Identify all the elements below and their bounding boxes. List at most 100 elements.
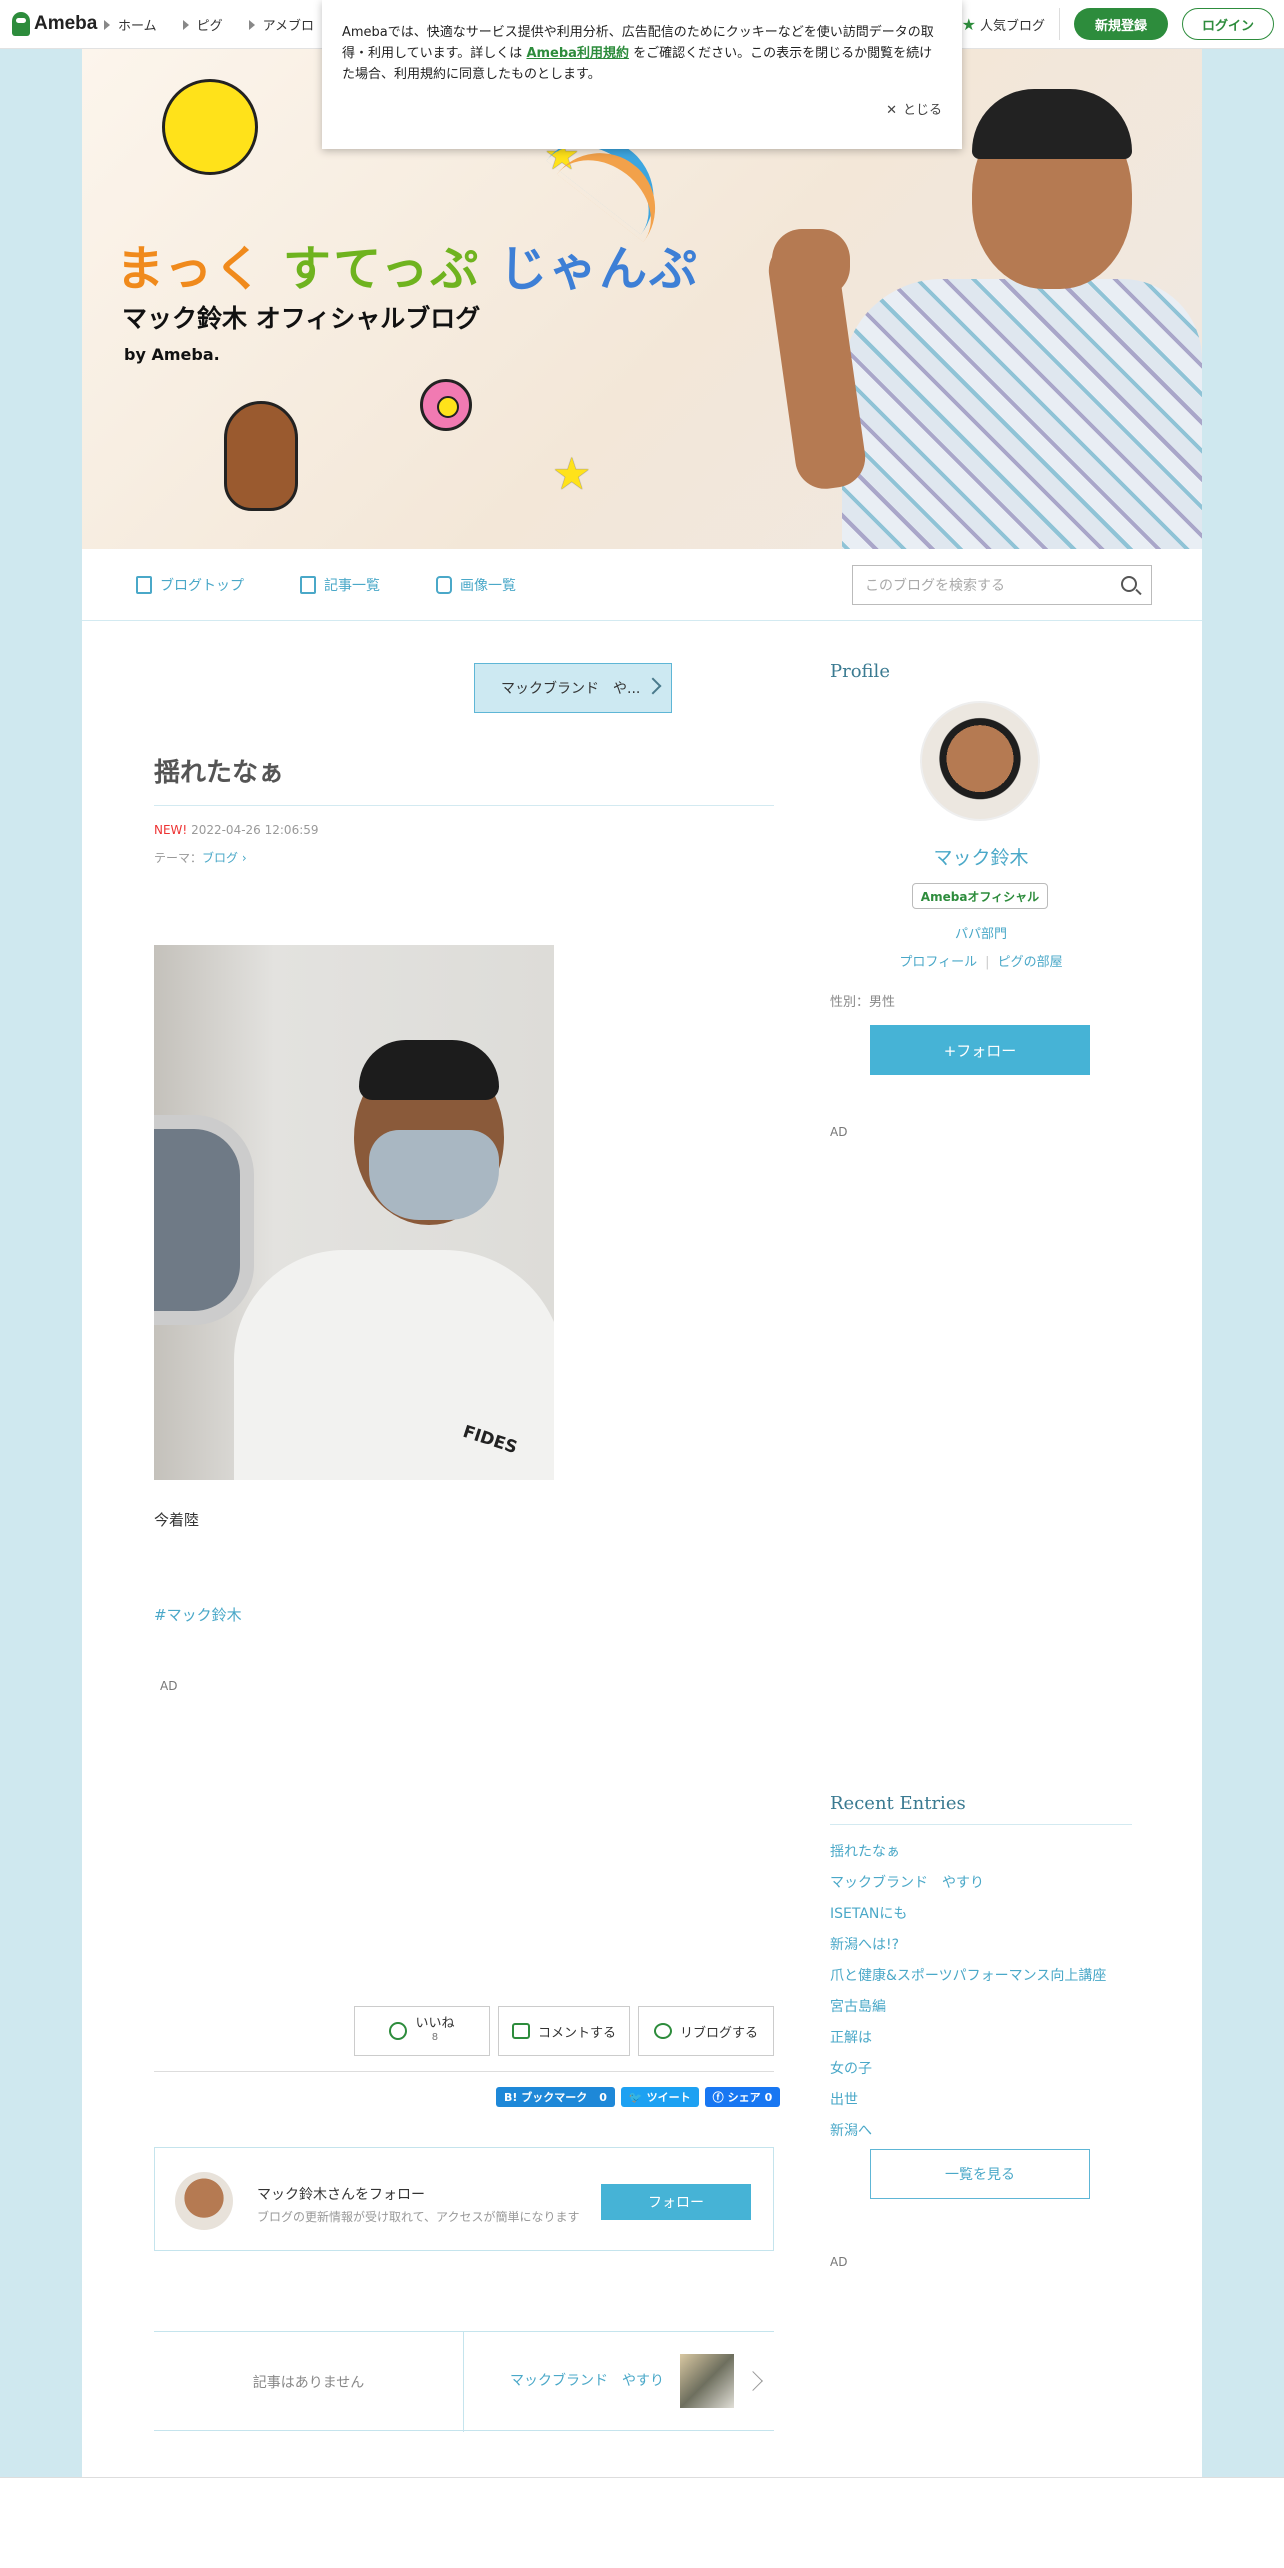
recent-entry[interactable]: 揺れたなぁ: [830, 1837, 1132, 1868]
divider: [830, 1824, 1132, 1825]
recent-entry[interactable]: 新潟へは!?: [830, 1930, 1132, 1961]
profile-link[interactable]: プロフィール: [899, 955, 977, 970]
chevron-right-icon: [644, 677, 662, 695]
nav-blog-top[interactable]: ブログトップ: [136, 575, 244, 595]
profile-heading: Profile: [830, 661, 890, 682]
ad-label: AD: [830, 2255, 848, 2269]
camera-icon: [436, 576, 452, 594]
follow-description: ブログの更新情報が受け取れて、アクセスが簡単になります: [257, 2210, 580, 2224]
cookie-banner: Amebaでは、快適なサービス提供や利用分析、広告配信のためにクッキーなどを使い…: [322, 0, 962, 149]
ameba-logo[interactable]: Ameba: [12, 12, 97, 36]
next-entry-thumbnail[interactable]: [680, 2354, 734, 2408]
profile-links: プロフィール | ピグの部屋: [899, 955, 1063, 970]
profile-gender: 性別：男性: [830, 995, 896, 1010]
follow-button[interactable]: フォロー: [601, 2184, 751, 2220]
see-all-button[interactable]: 一覧を見る: [870, 2149, 1090, 2199]
pig-room-link[interactable]: ピグの部屋: [998, 955, 1063, 970]
signup-button[interactable]: 新規登録: [1074, 8, 1168, 40]
follow-box: マック鈴木さんをフォロー ブログの更新情報が受け取れて、アクセスが簡単になります…: [154, 2147, 774, 2251]
comment-button[interactable]: コメントする: [498, 2006, 630, 2056]
hatena-bookmark-button[interactable]: B! ブックマーク 0: [496, 2087, 615, 2107]
recent-entries-list: 揺れたなぁ マックブランド やすり ISETANにも 新潟へは!? 爪と健康&ス…: [830, 1837, 1132, 2147]
recent-entry[interactable]: 女の子: [830, 2054, 1132, 2085]
share-buttons: B! ブックマーク 0 🐦 ツイート ⓕ シェア 0: [496, 2087, 781, 2107]
sidebar-follow-button[interactable]: +フォロー: [870, 1025, 1090, 1075]
profile-category[interactable]: パパ部門: [830, 923, 1132, 942]
terms-link[interactable]: Ameba利用規約: [526, 46, 629, 61]
nav-home[interactable]: ホーム: [104, 15, 157, 34]
blog-title-art: まっく すてっぷ じゃんぷ: [116, 241, 700, 297]
recent-entry[interactable]: 出世: [830, 2085, 1132, 2116]
recent-entry[interactable]: 正解は: [830, 2023, 1132, 2054]
nav-image-list[interactable]: 画像一覧: [436, 575, 516, 595]
triangle-right-icon: [104, 19, 110, 30]
global-nav: ホーム ピグ アメブロ: [104, 0, 314, 49]
recent-entry[interactable]: 爪と健康&スポーツパフォーマンス向上講座: [830, 1961, 1132, 1992]
triangle-right-icon: [248, 19, 255, 30]
nav-pigg[interactable]: ピグ: [182, 15, 223, 34]
avatar[interactable]: [175, 2172, 233, 2230]
twitter-icon: 🐦: [628, 2090, 643, 2104]
star-icon: ★: [961, 14, 976, 34]
ad-label: AD: [830, 1125, 848, 1139]
profile-name[interactable]: マック鈴木: [830, 843, 1132, 870]
recent-entry[interactable]: 宮古島編: [830, 1992, 1132, 2023]
smile-icon: [389, 2022, 408, 2040]
cookie-close-button[interactable]: ✕ とじる: [886, 100, 942, 121]
by-ameba-label: by Ameba.: [124, 345, 220, 364]
entry-pager: 記事はありません マックブランド やすり: [154, 2331, 774, 2432]
recent-entries-heading: Recent Entries: [830, 1793, 966, 1814]
flower-illustration: [420, 379, 472, 431]
copy-icon: [300, 576, 316, 594]
recent-entry[interactable]: 新潟へ: [830, 2116, 1132, 2147]
header-person-photo: [764, 89, 1202, 549]
nav-entry-list[interactable]: 記事一覧: [300, 575, 380, 595]
recent-entry[interactable]: マックブランド やすり: [830, 1868, 1132, 1899]
prev-entry-none: 記事はありません: [154, 2332, 464, 2432]
ad-label: AD: [160, 1679, 178, 1693]
nav-ameblo[interactable]: アメブロ: [248, 15, 314, 34]
reblog-icon: [653, 2023, 672, 2039]
sun-illustration: [162, 79, 258, 175]
reaction-buttons: いいね 8 コメントする リブログする: [354, 2006, 774, 2056]
facebook-share-button[interactable]: ⓕ シェア 0: [704, 2087, 781, 2107]
login-button[interactable]: ログイン: [1182, 8, 1274, 40]
blog-subtitle: マック鈴木 オフィシャルブログ: [122, 304, 481, 333]
tweet-button[interactable]: 🐦 ツイート: [620, 2087, 699, 2107]
profile-avatar[interactable]: [920, 701, 1040, 821]
chevron-right-icon[interactable]: [743, 2371, 763, 2391]
new-badge: NEW!: [154, 823, 188, 837]
footer-divider: [0, 2477, 1284, 2478]
theme-nav-button[interactable]: マックブランド や...: [474, 663, 672, 713]
triangle-right-icon: [182, 19, 189, 30]
like-count: 8: [431, 2032, 439, 2043]
blog-frame: ★ まっく すてっぷ じゃんぷ マック鈴木 オフィシャルブログ by Ameba…: [82, 49, 1202, 2477]
hashtag-link[interactable]: #マック鈴木: [154, 1604, 242, 1625]
article-date: 2022-04-26 12:06:59: [191, 823, 319, 837]
blog-nav: ブログトップ 記事一覧 画像一覧 このブログを検索する: [82, 549, 1202, 621]
recent-entry[interactable]: ISETANにも: [830, 1899, 1132, 1930]
star-illustration: ★: [552, 449, 592, 500]
document-icon: [136, 576, 152, 594]
like-button[interactable]: いいね 8: [354, 2006, 490, 2056]
article-photo[interactable]: FIDES: [154, 945, 554, 1480]
article-meta: NEW! 2022-04-26 12:06:59: [154, 823, 319, 837]
search-icon[interactable]: [1121, 576, 1137, 592]
popular-blog-link[interactable]: ★ 人気ブログ: [962, 8, 1060, 40]
close-icon: ✕: [886, 103, 897, 118]
theme-link[interactable]: ブログ: [202, 851, 238, 865]
facebook-icon: ⓕ: [712, 2091, 724, 2104]
blog-search-input[interactable]: このブログを検索する: [852, 565, 1152, 605]
bear-illustration: [224, 401, 298, 511]
follow-name: マック鈴木さんをフォロー: [257, 2187, 425, 2203]
official-badge[interactable]: Amebaオフィシャル: [912, 883, 1048, 909]
next-entry-link[interactable]: マックブランド やすり: [510, 2370, 664, 2390]
article-body: 今着陸: [154, 1511, 200, 1529]
reblog-button[interactable]: リブログする: [638, 2006, 774, 2056]
chevron-right-icon: ›: [238, 851, 247, 865]
article-title[interactable]: 揺れたなぁ: [154, 752, 284, 789]
divider: [154, 805, 774, 806]
comment-icon: [511, 2023, 530, 2039]
divider: [154, 2071, 774, 2072]
article-theme: テーマ：ブログ ›: [154, 851, 247, 865]
